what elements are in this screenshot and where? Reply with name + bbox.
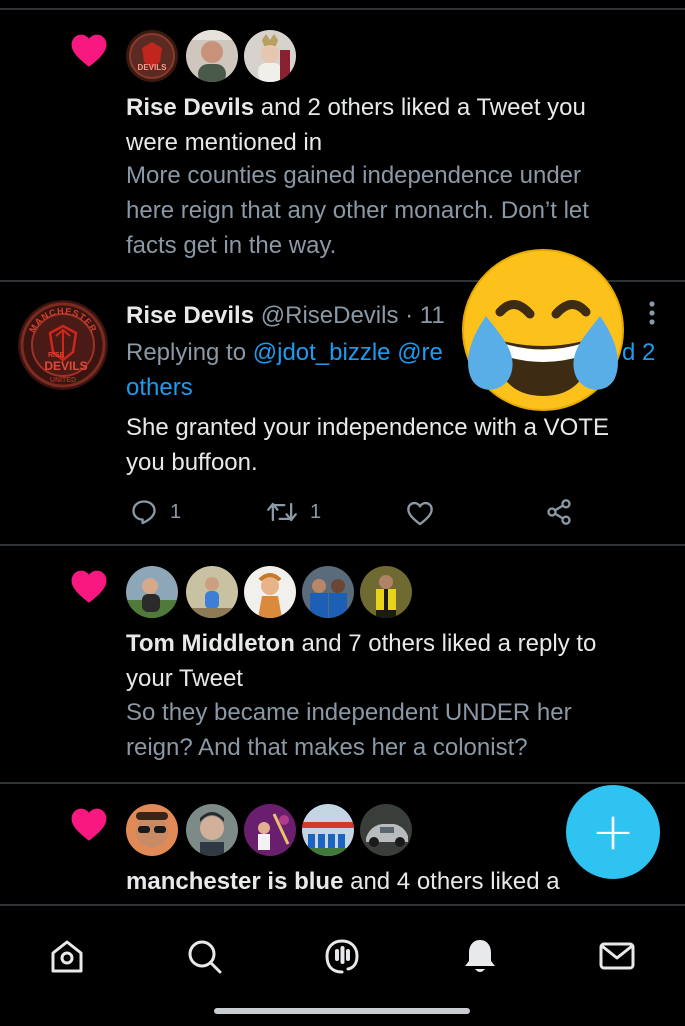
tweet-preview[interactable]: facts get in the way. bbox=[126, 228, 336, 263]
home-icon[interactable] bbox=[47, 936, 87, 976]
heart-icon bbox=[71, 808, 107, 841]
reply-icon bbox=[132, 500, 156, 525]
others-link[interactable]: others bbox=[126, 370, 193, 405]
avatar[interactable] bbox=[302, 804, 354, 856]
messages-icon[interactable] bbox=[597, 936, 637, 976]
svg-text:DEVILS: DEVILS bbox=[138, 63, 168, 72]
avatar[interactable] bbox=[186, 804, 238, 856]
svg-text:DEVILS: DEVILS bbox=[44, 359, 87, 373]
heart-icon bbox=[71, 34, 107, 67]
mention-link[interactable]: @jdot_bizzle bbox=[253, 339, 391, 366]
avatar[interactable] bbox=[186, 566, 238, 618]
more-vertical-icon[interactable] bbox=[644, 300, 660, 326]
action-text: your Tweet bbox=[126, 665, 243, 692]
replying-to-label: Replying to bbox=[126, 339, 253, 366]
avatar[interactable] bbox=[360, 804, 412, 856]
notifications-icon[interactable] bbox=[460, 936, 500, 976]
notification-text: Tom Middleton and 7 others liked a reply… bbox=[126, 626, 596, 661]
avatar[interactable] bbox=[126, 804, 178, 856]
reply-button[interactable]: 1 bbox=[130, 498, 181, 526]
divider bbox=[0, 544, 685, 546]
tweet-header: Rise Devils @RiseDevils · 11 bbox=[126, 298, 445, 333]
avatar[interactable] bbox=[302, 566, 354, 618]
mention-link[interactable]: @re bbox=[397, 339, 443, 366]
actor-name[interactable]: manchester is blue bbox=[126, 868, 343, 895]
tweet-time: · 11 bbox=[405, 302, 445, 329]
actor-name[interactable]: Tom Middleton bbox=[126, 630, 295, 657]
actor-name[interactable]: Rise Devils bbox=[126, 94, 254, 121]
svg-text:RISE: RISE bbox=[48, 352, 65, 359]
share-icon[interactable] bbox=[545, 498, 573, 526]
avatar[interactable] bbox=[244, 30, 296, 82]
avatar[interactable] bbox=[244, 804, 296, 856]
action-text: were mentioned in bbox=[126, 129, 323, 156]
divider bbox=[0, 8, 685, 10]
retweet-icon bbox=[267, 502, 297, 522]
notification-text: manchester is blue and 4 others liked a bbox=[126, 864, 560, 899]
plus-icon: + bbox=[591, 802, 635, 862]
tweet-preview[interactable]: More counties gained independence under bbox=[126, 158, 581, 193]
laughing-emoji-icon bbox=[462, 249, 624, 411]
avatar-rise-devils[interactable]: MANCHESTER RISE DEVILS UNITED bbox=[18, 300, 108, 390]
author-handle[interactable]: @RiseDevils bbox=[261, 302, 399, 329]
avatar[interactable] bbox=[186, 30, 238, 82]
action-text: and 7 others liked a reply to bbox=[294, 630, 597, 657]
divider bbox=[0, 782, 685, 784]
spaces-icon[interactable] bbox=[322, 936, 362, 976]
avatar[interactable] bbox=[360, 566, 412, 618]
tweet-preview[interactable]: So they became independent UNDER her bbox=[126, 695, 572, 730]
reply-count: 1 bbox=[170, 500, 182, 523]
notification-text: Rise Devils and 2 others liked a Tweet y… bbox=[126, 90, 586, 125]
retweet-count: 1 bbox=[310, 500, 322, 523]
avatar[interactable] bbox=[126, 566, 178, 618]
action-text: and 4 others liked a bbox=[343, 868, 560, 895]
action-text: and 2 others liked a Tweet you bbox=[254, 94, 586, 121]
author-name[interactable]: Rise Devils bbox=[126, 302, 254, 329]
avatar[interactable] bbox=[244, 566, 296, 618]
compose-tweet-button[interactable]: + bbox=[566, 785, 660, 879]
tweet-preview[interactable]: here reign that any other monarch. Don’t… bbox=[126, 193, 589, 228]
svg-text:UNITED: UNITED bbox=[50, 377, 76, 384]
tweet-preview[interactable]: reign? And that makes her a colonist? bbox=[126, 730, 528, 765]
replying-to: Replying to @jdot_bizzle @re bbox=[126, 335, 443, 370]
search-icon[interactable] bbox=[184, 936, 224, 976]
heart-icon bbox=[71, 570, 107, 603]
avatar[interactable]: DEVILS bbox=[126, 30, 178, 82]
home-indicator[interactable] bbox=[214, 1008, 470, 1014]
tweet-text: you buffoon. bbox=[126, 449, 258, 476]
retweet-button[interactable]: 1 bbox=[266, 498, 321, 526]
like-outline-icon[interactable] bbox=[406, 500, 434, 526]
